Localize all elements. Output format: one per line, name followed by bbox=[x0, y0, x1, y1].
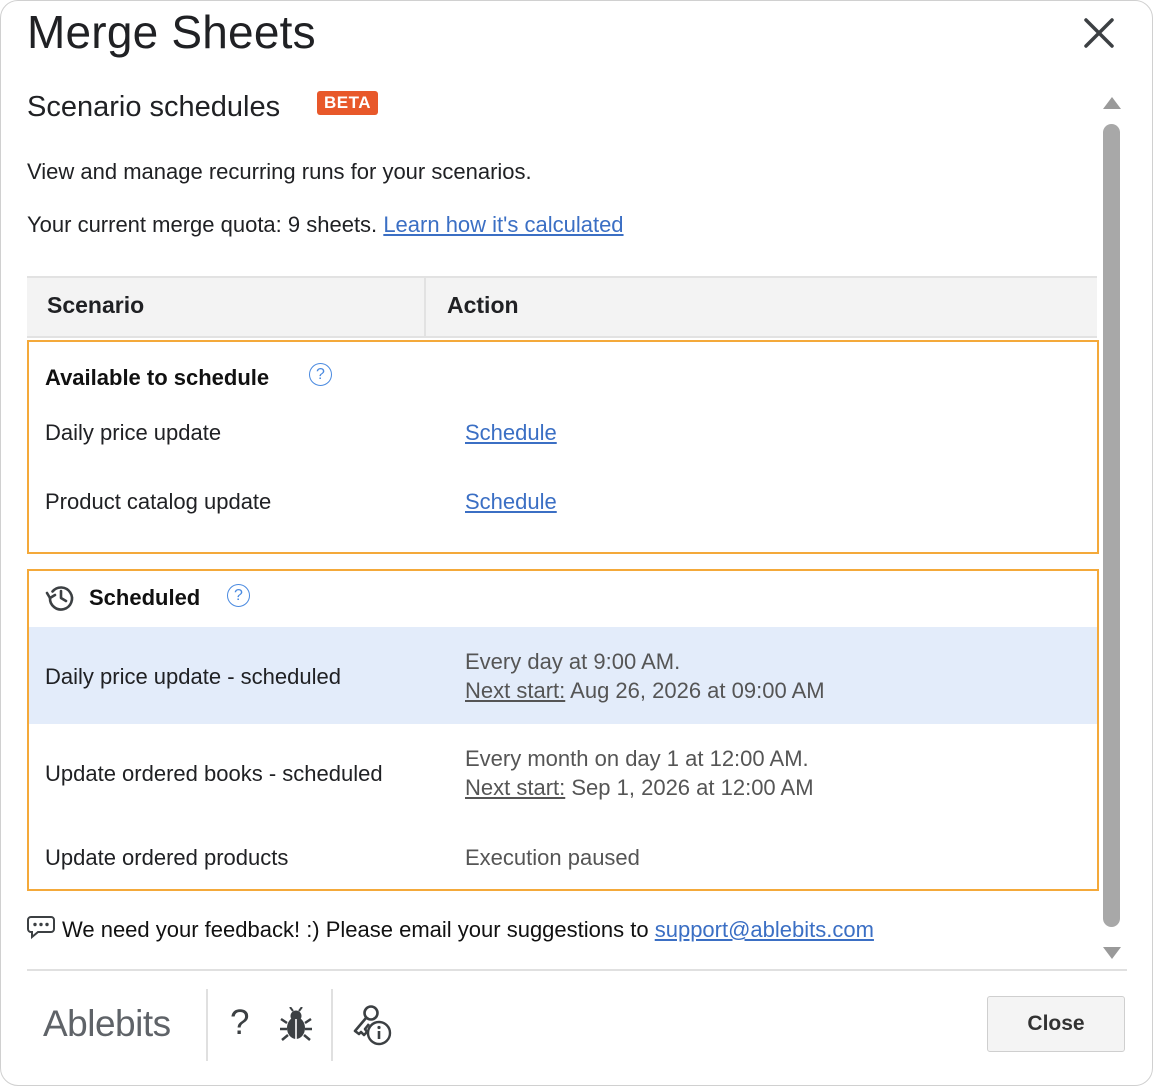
feedback-icon bbox=[27, 916, 55, 940]
feedback-text: We need your feedback! :) Please email y… bbox=[62, 917, 874, 943]
next-start-value: Aug 26, 2026 at 09:00 AM bbox=[570, 678, 825, 703]
execution-status: Execution paused bbox=[465, 845, 640, 870]
next-start-link[interactable]: Next start: bbox=[465, 678, 565, 703]
footer-separator bbox=[331, 989, 333, 1061]
schedule-link[interactable]: Schedule bbox=[465, 418, 557, 447]
scheduled-title: Scheduled bbox=[89, 585, 201, 610]
close-button[interactable]: Close bbox=[987, 996, 1125, 1052]
page-title: Scenario schedules bbox=[27, 91, 281, 123]
next-start-info: Next start: Sep 1, 2026 at 12:00 AM bbox=[465, 773, 814, 802]
schedule-link[interactable]: Schedule bbox=[465, 487, 557, 516]
schedule-info: Every month on day 1 at 12:00 AM. Next s… bbox=[465, 744, 814, 802]
bug-icon[interactable] bbox=[279, 1007, 313, 1043]
beta-badge: BETA bbox=[317, 91, 379, 115]
history-icon bbox=[45, 586, 74, 611]
merge-sheets-dialog: Merge Sheets Scenario schedules BETA Vie… bbox=[0, 0, 1153, 1086]
scheduled-help-icon[interactable]: ? bbox=[227, 584, 250, 607]
scroll-down-arrow-icon[interactable] bbox=[1103, 947, 1121, 959]
support-email-link[interactable]: support@ablebits.com bbox=[655, 917, 874, 942]
next-start-value: Sep 1, 2026 at 12:00 AM bbox=[571, 775, 814, 800]
available-row-name: Product catalog update bbox=[45, 489, 272, 514]
quota-text: Your current merge quota: 9 sheets. Lear… bbox=[27, 212, 624, 238]
column-header-scenario: Scenario bbox=[47, 292, 145, 318]
available-section: Available to schedule ? Daily price upda… bbox=[27, 340, 1099, 554]
available-row-name: Daily price update bbox=[45, 420, 222, 445]
scheduled-section: Scheduled ? Daily price update - schedul… bbox=[27, 569, 1099, 891]
scheduled-row-name: Update ordered books - scheduled bbox=[45, 761, 383, 786]
footer-separator bbox=[206, 989, 208, 1061]
next-start-info: Next start: Aug 26, 2026 at 09:00 AM bbox=[465, 676, 825, 705]
scroll-up-arrow-icon[interactable] bbox=[1103, 97, 1121, 109]
schedule-frequency: Every day at 9:00 AM. bbox=[465, 649, 681, 674]
scrollbar-thumb[interactable] bbox=[1103, 124, 1120, 927]
scrollbar[interactable] bbox=[1100, 91, 1124, 965]
key-info-icon[interactable] bbox=[351, 1003, 395, 1047]
brand-logo: Ablebits bbox=[43, 1003, 171, 1044]
available-help-icon[interactable]: ? bbox=[309, 363, 332, 386]
dialog-title: Merge Sheets bbox=[27, 6, 316, 58]
schedule-info: Every day at 9:00 AM. Next start: Aug 26… bbox=[465, 647, 825, 705]
table-header: Scenario Action bbox=[27, 276, 1097, 338]
scheduled-row-name: Daily price update - scheduled bbox=[45, 664, 341, 689]
next-start-link[interactable]: Next start: bbox=[465, 775, 565, 800]
help-icon[interactable]: ? bbox=[230, 1003, 249, 1043]
quota-label: Your current merge quota: 9 sheets. bbox=[27, 212, 378, 237]
scheduled-row-name: Update ordered products bbox=[45, 845, 289, 870]
learn-quota-link[interactable]: Learn how it's calculated bbox=[383, 212, 623, 237]
column-divider bbox=[424, 278, 426, 336]
close-icon[interactable] bbox=[1079, 13, 1119, 53]
column-header-action: Action bbox=[447, 292, 519, 318]
available-title: Available to schedule bbox=[45, 365, 270, 390]
schedule-frequency: Every month on day 1 at 12:00 AM. bbox=[465, 746, 809, 771]
footer-divider bbox=[27, 969, 1127, 971]
feedback-message: We need your feedback! :) Please email y… bbox=[62, 917, 649, 942]
description: View and manage recurring runs for your … bbox=[27, 159, 532, 184]
